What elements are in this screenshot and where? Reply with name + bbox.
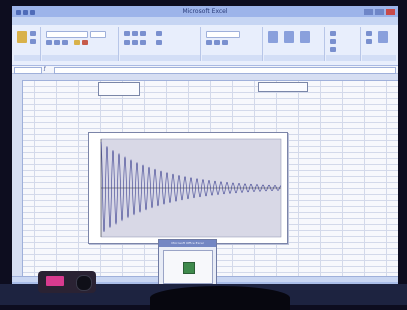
align-left-icon[interactable] bbox=[124, 40, 130, 45]
notification-window[interactable]: Microsoft Office Excel bbox=[158, 239, 217, 287]
maximize-button[interactable] bbox=[375, 9, 384, 15]
fill-color-icon[interactable] bbox=[74, 40, 80, 45]
font-name-select[interactable] bbox=[46, 31, 88, 38]
merge-center-icon[interactable] bbox=[156, 40, 162, 45]
group-label-alignment bbox=[120, 55, 200, 61]
camera-screen bbox=[46, 276, 64, 286]
wrap-text-icon[interactable] bbox=[156, 31, 162, 36]
camera-foreground bbox=[38, 271, 96, 293]
group-label-number bbox=[202, 55, 262, 61]
italic-icon[interactable] bbox=[54, 40, 60, 45]
fx-icon[interactable]: ƒ bbox=[44, 66, 46, 72]
row-headers[interactable] bbox=[12, 80, 23, 276]
copy-icon[interactable] bbox=[30, 39, 36, 44]
insert-cells-icon[interactable] bbox=[330, 31, 336, 36]
group-styles bbox=[264, 27, 325, 61]
number-format-select[interactable] bbox=[206, 31, 240, 38]
bold-icon[interactable] bbox=[46, 40, 52, 45]
group-font bbox=[42, 27, 119, 61]
group-clipboard bbox=[14, 27, 41, 61]
chart-object[interactable] bbox=[88, 132, 288, 244]
notification-body bbox=[163, 250, 213, 284]
group-label-styles bbox=[264, 55, 324, 61]
group-alignment bbox=[120, 27, 201, 61]
formula-input[interactable] bbox=[54, 67, 396, 74]
delete-cells-icon[interactable] bbox=[330, 39, 336, 44]
percent-icon[interactable] bbox=[214, 40, 220, 45]
paste-icon[interactable] bbox=[17, 31, 27, 43]
currency-icon[interactable] bbox=[206, 40, 212, 45]
formula-bar-row: ƒ bbox=[12, 66, 398, 74]
name-box[interactable] bbox=[14, 67, 42, 74]
align-right-icon[interactable] bbox=[140, 40, 146, 45]
group-cells bbox=[326, 27, 361, 61]
fill-icon[interactable] bbox=[366, 39, 372, 44]
cut-icon[interactable] bbox=[30, 31, 36, 36]
excel-icon bbox=[183, 262, 195, 274]
group-label-clipboard bbox=[14, 55, 40, 61]
underline-icon[interactable] bbox=[62, 40, 68, 45]
cell-styles-icon[interactable] bbox=[300, 31, 310, 43]
group-editing bbox=[362, 27, 396, 61]
sort-filter-icon[interactable] bbox=[378, 31, 388, 43]
ribbon bbox=[12, 25, 398, 66]
audience-silhouette bbox=[150, 286, 290, 310]
title-bar: Microsoft Excel bbox=[12, 6, 398, 17]
group-label-editing bbox=[362, 55, 396, 61]
align-center-icon[interactable] bbox=[132, 40, 138, 45]
column-headers[interactable] bbox=[12, 74, 398, 81]
align-bottom-icon[interactable] bbox=[140, 31, 146, 36]
align-middle-icon[interactable] bbox=[132, 31, 138, 36]
group-number bbox=[202, 27, 263, 61]
text-box-left[interactable] bbox=[98, 82, 140, 96]
chart-svg bbox=[100, 138, 282, 238]
text-box-right[interactable] bbox=[258, 82, 308, 92]
font-color-icon[interactable] bbox=[82, 40, 88, 45]
screen: Microsoft Excel ƒ Microsoft Office Excel bbox=[12, 6, 398, 288]
camera-lens bbox=[76, 275, 92, 291]
window-title: Microsoft Excel bbox=[182, 8, 228, 15]
font-size-select[interactable] bbox=[90, 31, 106, 38]
ribbon-tabs bbox=[12, 17, 398, 25]
notification-caption: Microsoft Office Excel bbox=[159, 240, 216, 247]
minimize-button[interactable] bbox=[364, 9, 373, 15]
align-top-icon[interactable] bbox=[124, 31, 130, 36]
format-cells-icon[interactable] bbox=[330, 47, 336, 52]
group-label-cells bbox=[326, 55, 360, 61]
comma-icon[interactable] bbox=[222, 40, 228, 45]
group-label-font bbox=[42, 55, 118, 61]
format-as-table-icon[interactable] bbox=[284, 31, 294, 43]
close-button[interactable] bbox=[386, 9, 395, 15]
autosum-icon[interactable] bbox=[366, 31, 372, 36]
conditional-formatting-icon[interactable] bbox=[268, 31, 278, 43]
